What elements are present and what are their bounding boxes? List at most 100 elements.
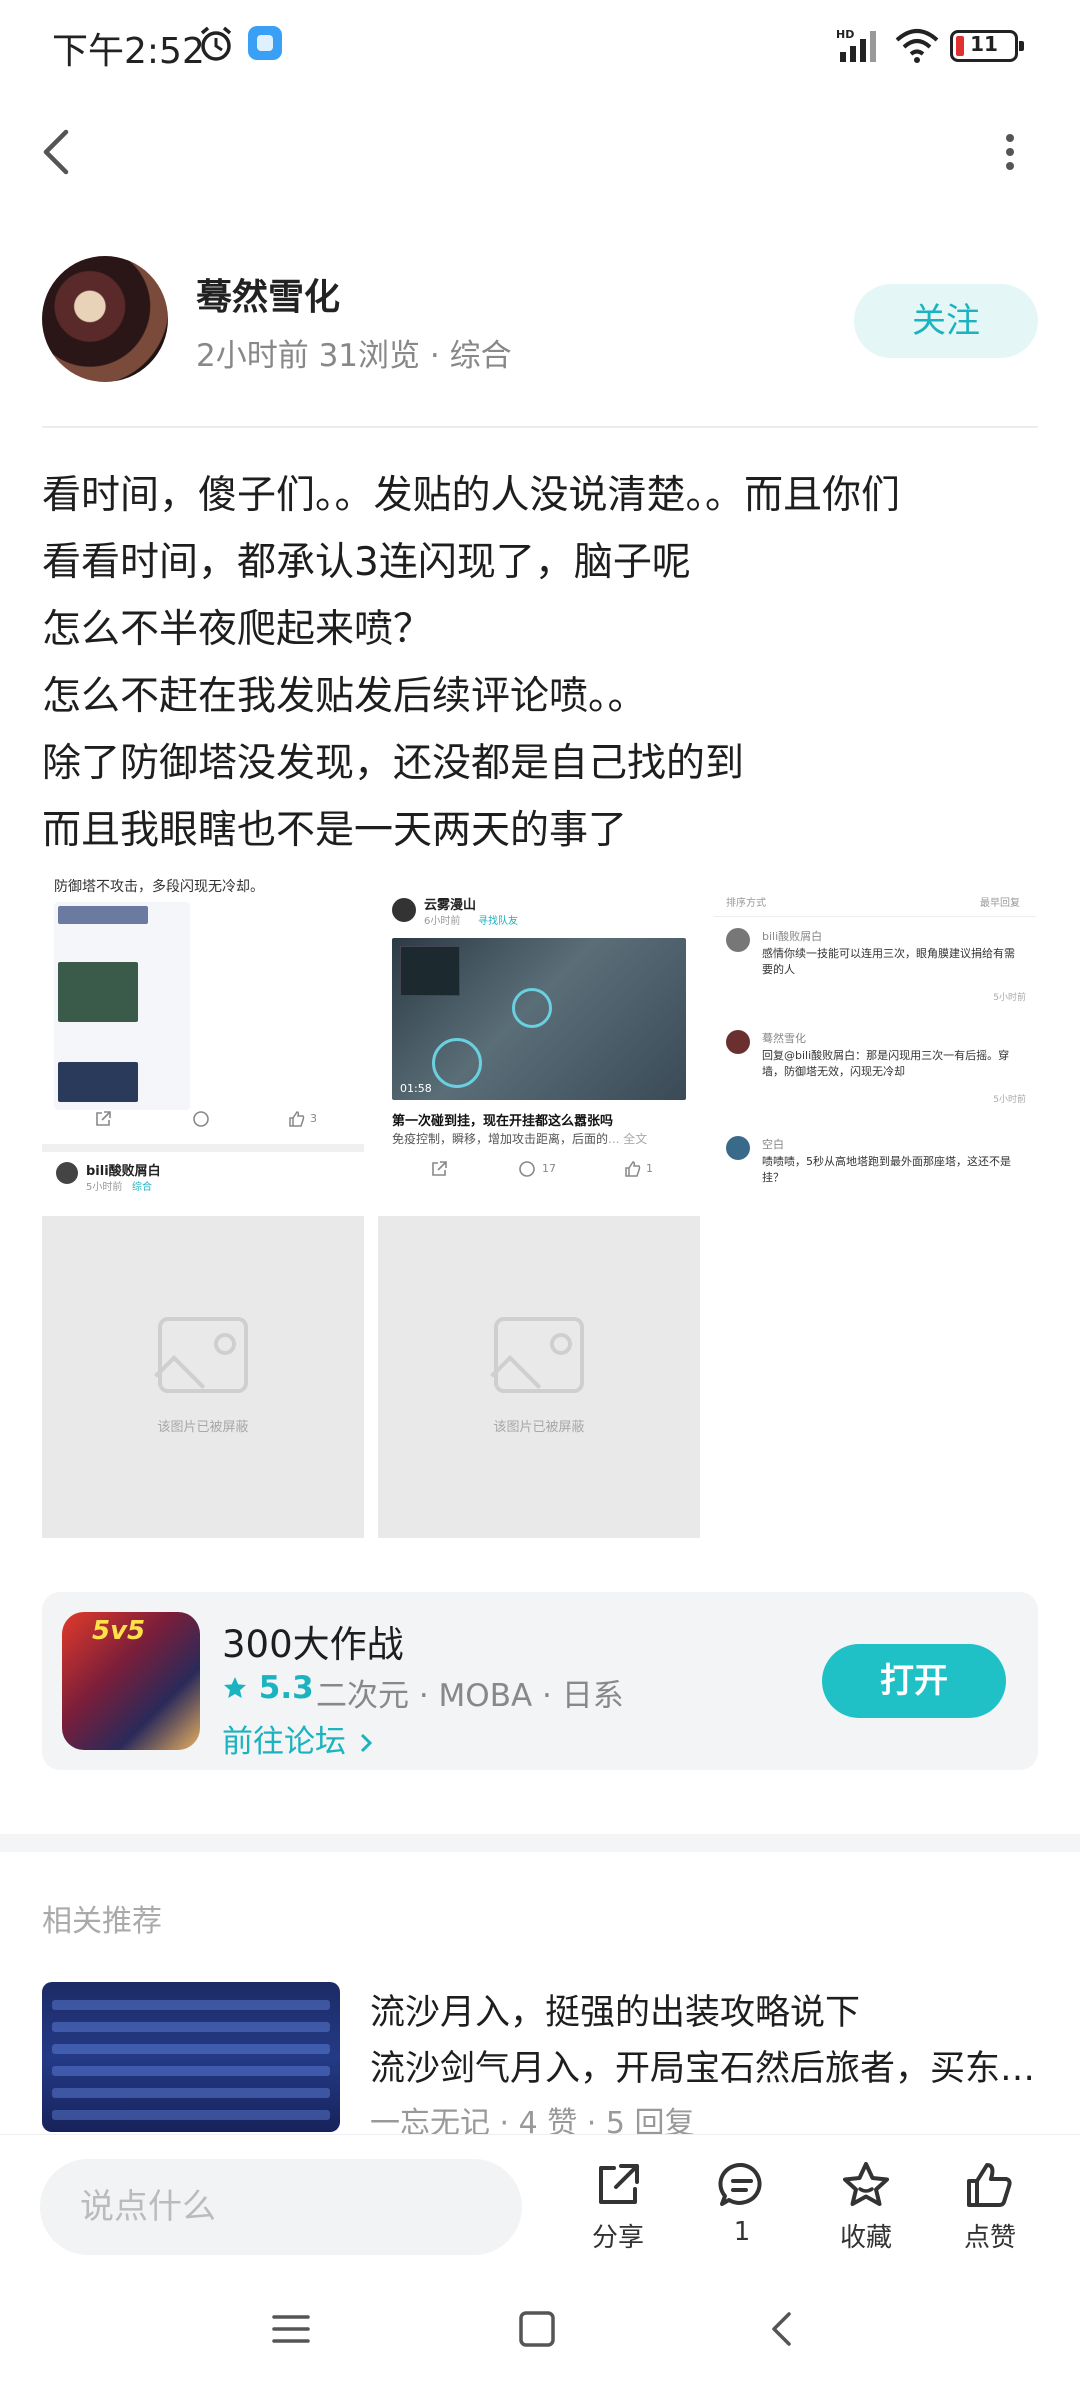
related-item-summary[interactable]: 流沙剑气月入，开局宝石然后旅者，买东西的顺序 (370, 2040, 1038, 2091)
image1-phone-shot (54, 902, 190, 1110)
comment-user: 蓦然雪化 (762, 1032, 806, 1045)
comment-time: 5小时前 (993, 1095, 1026, 1105)
thumbs-up-icon (967, 2163, 1012, 2207)
share-label: 分享 (591, 2223, 644, 2253)
forum-link[interactable]: 前往论坛 (222, 1716, 376, 1761)
comment-text: 啧啧啧，5秒从高地塔跑到最外面那座塔，这还不是挂？ (762, 1155, 1011, 1184)
post-line: 除了防御塔没发现，还没都是自己找的到 (42, 741, 745, 786)
like-label: 点赞 (963, 2223, 1016, 2253)
share-icon (599, 2164, 639, 2204)
image3-sort-value: 最早回复 (980, 898, 1020, 909)
star-icon (224, 1677, 246, 1698)
signal-icon: HD (836, 28, 876, 62)
comment-user: 空白 (762, 1138, 784, 1151)
image2-avatar (392, 898, 416, 922)
alarm-icon (200, 26, 232, 61)
related-thumbnail[interactable] (42, 1982, 340, 2132)
post-line: 看看时间，都承认3连闪现了，脑子呢 (42, 540, 691, 585)
blocked-image[interactable]: 该图片已被屏蔽 (378, 1216, 700, 1538)
game-name: 300大作战 (222, 1623, 404, 1666)
forum-link-label: 前往论坛 (222, 1724, 346, 1760)
bottom-action-bar: 说点什么 分享 1 收藏 点赞 (0, 2134, 1080, 2278)
related-item-title[interactable]: 流沙月入，挺强的出装攻略说下 (370, 1984, 860, 2035)
author-avatar[interactable] (42, 256, 168, 382)
game-icon-text: 5v5 (92, 1616, 146, 1646)
image2-time: 6小时前 (424, 916, 461, 927)
like-icon (625, 1161, 641, 1177)
image-placeholder-icon (494, 1317, 584, 1393)
comment-count: 1 (733, 2217, 751, 2247)
image1-separator (42, 1144, 364, 1152)
battery-icon: 11 (950, 30, 1024, 62)
divider (42, 426, 1038, 428)
share-icon (432, 1161, 447, 1176)
status-bar: 下午2:52 HD 11 (0, 0, 1080, 92)
image2-comments: 17 (542, 1162, 556, 1175)
post-line: 而且我眼瞎也不是一天两天的事了 (42, 808, 628, 853)
image1-time: 5小时前 (86, 1182, 123, 1193)
comment-icon (718, 2162, 762, 2206)
image3-sort-label: 排序方式 (726, 898, 766, 909)
video-duration: 01:58 (400, 1082, 432, 1095)
post-image-2[interactable]: 云雾漫山 6小时前 寻找队友 01:58 第一次碰到挂，现在开挂都这么嚣张吗 免… (378, 880, 700, 1196)
blocked-image[interactable]: 该图片已被屏蔽 (42, 1216, 364, 1538)
image2-video: 01:58 (392, 938, 686, 1100)
image2-desc: 免疫控制，瞬移，增加攻击距离，后面的 (392, 1132, 609, 1146)
home-icon[interactable] (516, 2308, 558, 2350)
post-line: 怎么不半夜爬起来喷？ (42, 607, 433, 652)
image2-more: ... 全文 (608, 1132, 648, 1146)
post-line: 看时间，傻子们。。发贴的人没说清楚。。而且你们 (42, 473, 901, 518)
game-tags: 二次元 · MOBA · 日系 (316, 1678, 624, 1714)
like-icon (289, 1111, 305, 1127)
status-time: 下午2:52 (52, 31, 205, 72)
image2-desc-row: 免疫控制，瞬移，增加攻击距离，后面的... 全文 (392, 1130, 647, 1147)
comment-time: 5小时前 (993, 993, 1026, 1003)
svg-text:HD: HD (836, 28, 854, 41)
app-notification-icon (248, 26, 282, 60)
image2-tag: 寻找队友 (478, 916, 518, 927)
game-card[interactable]: 5v5 300大作战 5.3 二次元 · MOBA · 日系 前往论坛 打开 (42, 1592, 1038, 1770)
battery-level: 11 (970, 32, 998, 56)
blocked-label: 该图片已被屏蔽 (493, 1420, 585, 1435)
open-game-button[interactable]: 打开 (822, 1644, 1006, 1718)
game-rating: 5.3 (222, 1670, 314, 1706)
author-name[interactable]: 蓦然雪化 (196, 268, 340, 320)
image1-likes: 3 (310, 1112, 317, 1125)
image-placeholder-icon (158, 1317, 248, 1393)
post-image-1[interactable]: 防御塔不攻击，多段闪现无冷却。 3 bili酸败屑白 5小时前 综合 (42, 874, 364, 1214)
image1-avatar (56, 1162, 78, 1184)
post-meta: 2小时前 31浏览 · 综合 (196, 338, 512, 374)
comment-input[interactable]: 说点什么 (40, 2159, 522, 2255)
back-nav-icon[interactable] (762, 2308, 804, 2350)
comment-text: 感情你续一技能可以连用三次，眼角膜建议捐给有需要的人 (762, 947, 1015, 976)
wifi-icon (895, 29, 939, 63)
section-separator (0, 1834, 1080, 1852)
collect-label: 收藏 (839, 2223, 892, 2253)
system-navigation-bar (0, 2278, 1080, 2400)
image1-tag: 综合 (132, 1182, 152, 1193)
related-section-title: 相关推荐 (42, 1904, 162, 1939)
like-button[interactable]: 点赞 (940, 2159, 1040, 2259)
blocked-label: 该图片已被屏蔽 (157, 1420, 249, 1435)
more-icon[interactable] (1000, 132, 1020, 172)
comment-icon (519, 1161, 535, 1177)
image1-header-text: 防御塔不攻击，多段闪现无冷却。 (54, 879, 264, 895)
image2-title: 第一次碰到挂，现在开挂都这么嚣张吗 (392, 1114, 614, 1129)
back-icon[interactable] (36, 124, 80, 180)
game-rating-value: 5.3 (258, 1670, 314, 1706)
post-image-3[interactable]: 排序方式 最早回复 bili酸败屑白 感情你续一技能可以连用三次，眼角膜建议捐给… (714, 880, 1036, 1210)
share-button[interactable]: 分享 (568, 2159, 668, 2259)
comment-icon (193, 1111, 209, 1127)
comment-user: bili酸败屑白 (762, 930, 823, 943)
menu-icon[interactable] (270, 2308, 312, 2350)
comment-button[interactable]: 1 (692, 2159, 792, 2259)
image3-rule (714, 916, 1036, 917)
post-line: 怎么不赶在我发贴发后续评论喷。。 (42, 674, 647, 719)
follow-button[interactable]: 关注 (854, 284, 1038, 358)
post-body: 看时间，傻子们。。发贴的人没说清楚。。而且你们 看看时间，都承认3连闪现了，脑子… (42, 462, 1042, 864)
comment-text: 回复@bili酸败屑白：那是闪现用三次一有后摇。穿墙，防御塔无效，闪现无冷却 (762, 1049, 1010, 1078)
star-outline-icon (843, 2162, 889, 2206)
game-icon[interactable]: 5v5 (62, 1612, 200, 1750)
chevron-right-icon (360, 1733, 372, 1753)
collect-button[interactable]: 收藏 (816, 2159, 916, 2259)
